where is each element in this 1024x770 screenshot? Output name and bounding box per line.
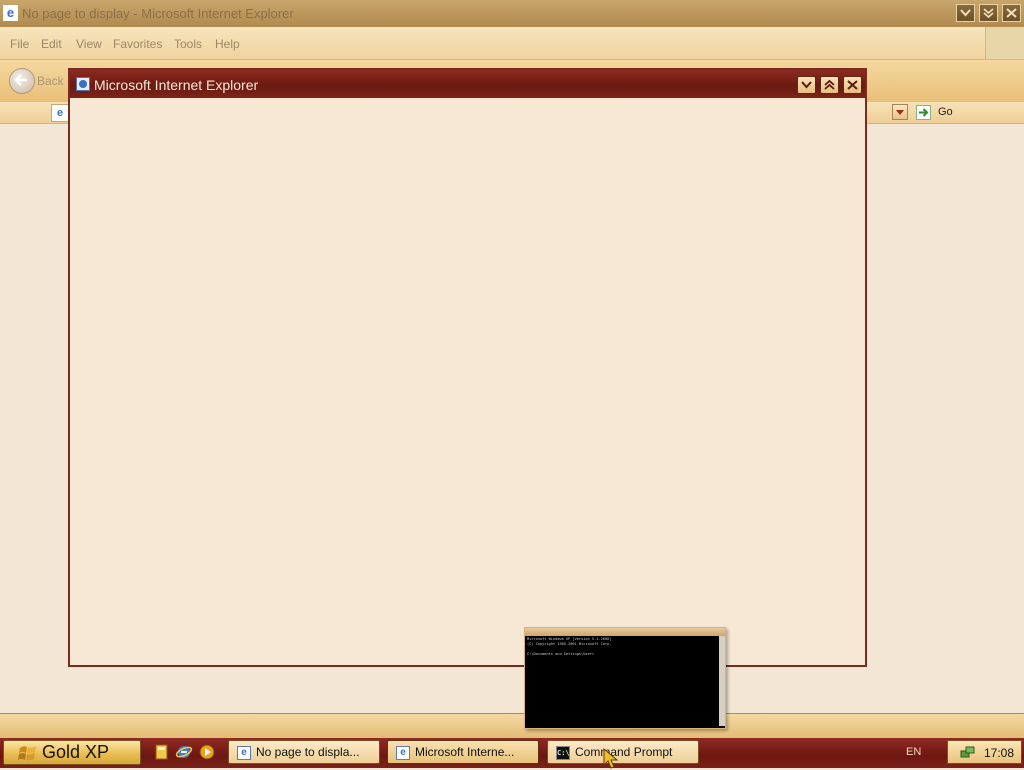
cmd-line-1: Microsoft Windows XP [Version 5.1.2600] [527, 637, 612, 641]
background-title-bar[interactable]: e No page to display - Microsoft Interne… [0, 0, 1024, 27]
chevron-down-icon [896, 110, 904, 115]
cmd-line-prompt: C:\Documents and Settings\User> [527, 652, 595, 656]
dialog-close-button[interactable] [843, 76, 862, 94]
dialog-content [70, 98, 865, 665]
menu-bar: File Edit View Favorites Tools Help [0, 27, 1024, 60]
task-no-page-to-display[interactable]: e No page to displa... [228, 740, 380, 764]
dialog-title: Microsoft Internet Explorer [94, 77, 259, 93]
ie-window-icon: e [396, 746, 410, 760]
ie-dialog-window: Microsoft Internet Explorer [68, 68, 867, 667]
back-label: Back [37, 74, 64, 88]
ie-page-icon: e [237, 746, 251, 760]
system-tray: 17:08 [947, 740, 1022, 764]
restore-icon [983, 8, 994, 19]
network-icon[interactable] [960, 745, 975, 760]
menu-edit[interactable]: Edit [41, 37, 62, 51]
command-prompt-scrollbar[interactable] [719, 636, 725, 726]
status-bar [0, 713, 1024, 739]
go-label: Go [938, 106, 953, 118]
minimize-button[interactable] [956, 4, 975, 22]
clock[interactable]: 17:08 [984, 746, 1014, 760]
menu-view[interactable]: View [76, 37, 102, 51]
command-prompt-preview-title-bar [525, 628, 725, 636]
menu-help[interactable]: Help [215, 37, 240, 51]
taskbar: Gold XP e No page to displa... e Microso… [0, 738, 1024, 768]
mouse-cursor-icon [603, 748, 619, 769]
task-label: Microsoft Interne... [415, 745, 515, 759]
menu-favorites[interactable]: Favorites [113, 37, 162, 51]
language-indicator[interactable]: EN [906, 746, 921, 758]
menu-tools[interactable]: Tools [174, 37, 202, 51]
maximize-button[interactable] [979, 4, 998, 22]
minimize-icon [960, 9, 971, 17]
back-button[interactable] [9, 68, 35, 94]
maximize-icon [824, 79, 835, 90]
command-prompt-preview[interactable]: Microsoft Windows XP [Version 5.1.2600] … [524, 627, 726, 729]
command-prompt-icon: C:\ [556, 746, 570, 760]
task-label: Command Prompt [575, 745, 673, 759]
dialog-title-bar[interactable]: Microsoft Internet Explorer [70, 70, 865, 98]
address-dropdown-button[interactable] [892, 104, 908, 120]
back-arrow-icon [14, 74, 27, 86]
page-icon: e [51, 104, 69, 122]
ie-logo-icon: e [3, 5, 18, 21]
dialog-minimize-button[interactable] [797, 76, 816, 94]
windows-flag-icon [18, 746, 36, 761]
close-icon [1006, 8, 1017, 18]
start-label: Gold XP [42, 742, 110, 762]
show-desktop-icon[interactable] [153, 743, 171, 761]
command-prompt-output: Microsoft Windows XP [Version 5.1.2600] … [527, 637, 717, 657]
minimize-icon [801, 81, 812, 89]
task-label: No page to displa... [256, 745, 360, 759]
close-button[interactable] [1002, 4, 1021, 22]
close-icon [847, 80, 858, 90]
internet-explorer-icon[interactable] [175, 743, 193, 761]
dialog-maximize-button[interactable] [820, 76, 839, 94]
background-window-title: No page to display - Microsoft Internet … [22, 6, 294, 21]
cmd-line-2: (C) Copyright 1985-2001 Microsoft Corp. [527, 642, 612, 646]
go-button[interactable]: Go [913, 103, 969, 122]
start-button[interactable]: Gold XP [3, 740, 141, 765]
task-command-prompt[interactable]: C:\ Command Prompt [547, 740, 699, 764]
ie-window-icon [76, 77, 90, 91]
menu-file[interactable]: File [10, 37, 29, 51]
media-player-icon[interactable] [198, 743, 216, 761]
go-arrow-icon [916, 105, 931, 120]
task-microsoft-internet-explorer[interactable]: e Microsoft Interne... [387, 740, 539, 764]
ie-throbber [985, 27, 1024, 59]
